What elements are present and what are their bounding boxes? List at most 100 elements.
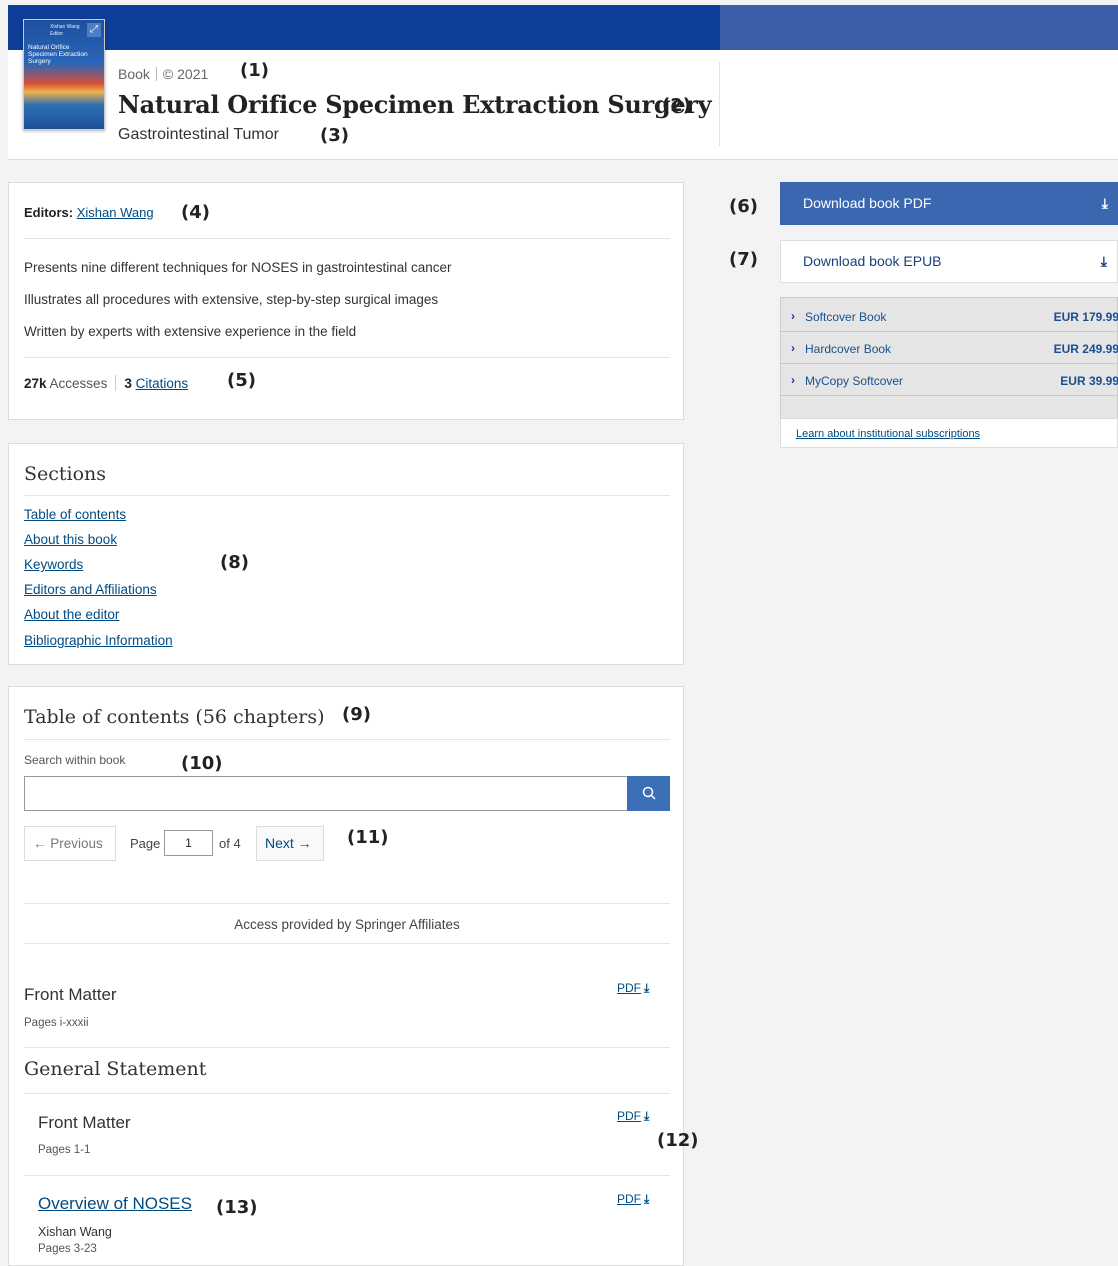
feature-bullet: Illustrates all procedures with extensiv… <box>24 292 439 307</box>
toc-title: Table of contents (56 chapters) <box>24 706 325 728</box>
pdf-label: PDF <box>617 981 641 995</box>
book-header: Xishan Wang Editor ⤢ Natural Orifice Spec… <box>8 19 1118 160</box>
purchase-option-mycopy[interactable]: › MyCopy Softcover EUR 39.99 <box>781 364 1118 396</box>
download-icon: ⤓ <box>1100 253 1107 269</box>
divider <box>24 903 670 904</box>
divider <box>24 943 670 944</box>
section-link-table-of-contents[interactable]: Table of contents <box>24 507 126 522</box>
purchase-option-hardcover[interactable]: › Hardcover Book EUR 249.99 <box>781 332 1118 364</box>
divider <box>24 495 670 496</box>
purchase-options: › Softcover Book EUR 179.99 › Hardcover … <box>780 297 1118 425</box>
top-navigation-bar <box>8 5 1118 50</box>
section-link-about-editor[interactable]: About the editor <box>24 607 119 622</box>
download-book-epub-button[interactable]: Download book EPUB ⤓ <box>780 240 1118 283</box>
callout-label: (13) <box>216 1197 258 1218</box>
callout-label: (7) <box>729 249 758 270</box>
page-number-input[interactable]: 1 <box>164 830 213 856</box>
editors-line: Editors: Xishan Wang <box>24 205 154 220</box>
search-button[interactable] <box>627 776 670 811</box>
divider <box>24 1047 670 1048</box>
callout-label: (9) <box>342 704 371 725</box>
section-link-bibliographic-info[interactable]: Bibliographic Information <box>24 633 173 648</box>
chapter-pages: Pages i-xxxii <box>24 1017 89 1029</box>
editor-link[interactable]: Xishan Wang <box>77 205 154 220</box>
sections-title: Sections <box>24 463 107 485</box>
purchase-option-softcover[interactable]: › Softcover Book EUR 179.99 <box>781 300 1118 332</box>
chapter-pages: Pages 1-1 <box>38 1144 91 1156</box>
page-total: of 4 <box>219 836 241 851</box>
citations-count: 3 <box>124 376 132 391</box>
expand-cover-icon[interactable]: ⤢ <box>87 23 101 37</box>
download-icon: ⤓ <box>644 1109 650 1123</box>
cover-title-line: Specimen Extraction <box>28 51 88 58</box>
page-label: Page <box>130 836 161 851</box>
section-link-about-this-book[interactable]: About this book <box>24 532 117 547</box>
callout-label: (12) <box>657 1130 699 1151</box>
chevron-right-icon: › <box>791 309 795 323</box>
download-book-pdf-button[interactable]: Download book PDF ⤓ <box>780 182 1118 225</box>
purchase-option-label: Hardcover Book <box>805 342 892 356</box>
chapter-author: Xishan Wang <box>38 1225 112 1239</box>
copyright-year: © 2021 <box>162 66 209 82</box>
metrics-divider <box>115 375 117 391</box>
purchase-option-label: MyCopy Softcover <box>805 374 904 388</box>
divider <box>24 238 670 239</box>
institutional-subscriptions-box: Learn about institutional subscriptions <box>780 418 1118 448</box>
feature-bullet: Presents nine different techniques for N… <box>24 260 452 275</box>
divider <box>24 739 670 740</box>
chapter-title: Front Matter <box>24 985 117 1004</box>
purchase-option-price: EUR 179.99 <box>1053 310 1118 324</box>
access-provided-note: Access provided by Springer Affiliates <box>234 917 460 932</box>
search-icon <box>642 786 656 800</box>
editors-label: Editors: <box>24 205 74 220</box>
callout-label: (5) <box>227 370 256 391</box>
chapter-pdf-link[interactable]: PDF ⤓ <box>617 981 649 996</box>
header-divider <box>719 62 720 146</box>
book-title: Natural Orifice Specimen Extraction Surg… <box>118 90 712 119</box>
institutional-subscriptions-link[interactable]: Learn about institutional subscriptions <box>796 428 980 440</box>
chapter-title-link[interactable]: Overview of NOSES <box>38 1194 192 1214</box>
download-icon: ⤓ <box>644 1192 650 1206</box>
feature-bullet: Written by experts with extensive experi… <box>24 324 357 339</box>
purchase-option-label: Softcover Book <box>805 310 887 324</box>
chevron-right-icon: › <box>791 373 795 387</box>
chevron-right-icon: › <box>791 341 795 355</box>
pdf-label: PDF <box>617 1192 641 1206</box>
part-title: General Statement <box>24 1058 207 1080</box>
next-page-button[interactable]: Next → <box>256 826 324 861</box>
download-epub-label: Download book EPUB <box>803 253 942 269</box>
download-icon: ⤓ <box>644 981 650 995</box>
divider <box>24 1175 670 1176</box>
callout-label: (1) <box>240 60 269 81</box>
callout-label: (2) <box>662 95 691 116</box>
pdf-label: PDF <box>617 1109 641 1123</box>
download-pdf-label: Download book PDF <box>803 195 932 211</box>
callout-label: (11) <box>347 827 389 848</box>
section-link-keywords[interactable]: Keywords <box>24 557 83 572</box>
callout-label: (4) <box>181 202 210 223</box>
meta-divider <box>155 67 157 81</box>
purchase-option-price: EUR 249.99 <box>1053 342 1118 356</box>
cover-title-line: Natural Orifice <box>28 44 70 51</box>
chapter-pages: Pages 3-23 <box>38 1243 97 1255</box>
callout-label: (10) <box>181 753 223 774</box>
accesses-label: Accesses <box>49 376 108 391</box>
chapter-pdf-link[interactable]: PDF ⤓ <box>617 1192 649 1207</box>
content-type: Book <box>118 66 150 82</box>
previous-page-button[interactable]: ← Previous <box>24 826 116 861</box>
divider <box>24 357 670 358</box>
cover-editor-tag: Xishan Wang Editor <box>50 24 80 37</box>
callout-label: (6) <box>729 196 758 217</box>
book-subtitle: Gastrointestinal Tumor <box>118 126 279 143</box>
table-of-contents-card: Table of contents (56 chapters) Search w… <box>8 686 684 1266</box>
chapter-pdf-link[interactable]: PDF ⤓ <box>617 1109 649 1124</box>
section-link-editors-affiliations[interactable]: Editors and Affiliations <box>24 582 157 597</box>
citations-link[interactable]: Citations <box>136 376 189 391</box>
search-within-book-input[interactable] <box>24 776 628 811</box>
book-overview-card: Editors: Xishan Wang Presents nine diffe… <box>8 182 684 420</box>
book-cover-image[interactable]: Xishan Wang Editor ⤢ Natural Orifice Spec… <box>23 19 105 130</box>
book-metrics: 27k Accesses 3 Citations <box>24 375 188 391</box>
search-label: Search within book <box>24 753 126 767</box>
sections-card: Sections Table of contents About this bo… <box>8 443 684 665</box>
accesses-count: 27k <box>24 376 47 391</box>
